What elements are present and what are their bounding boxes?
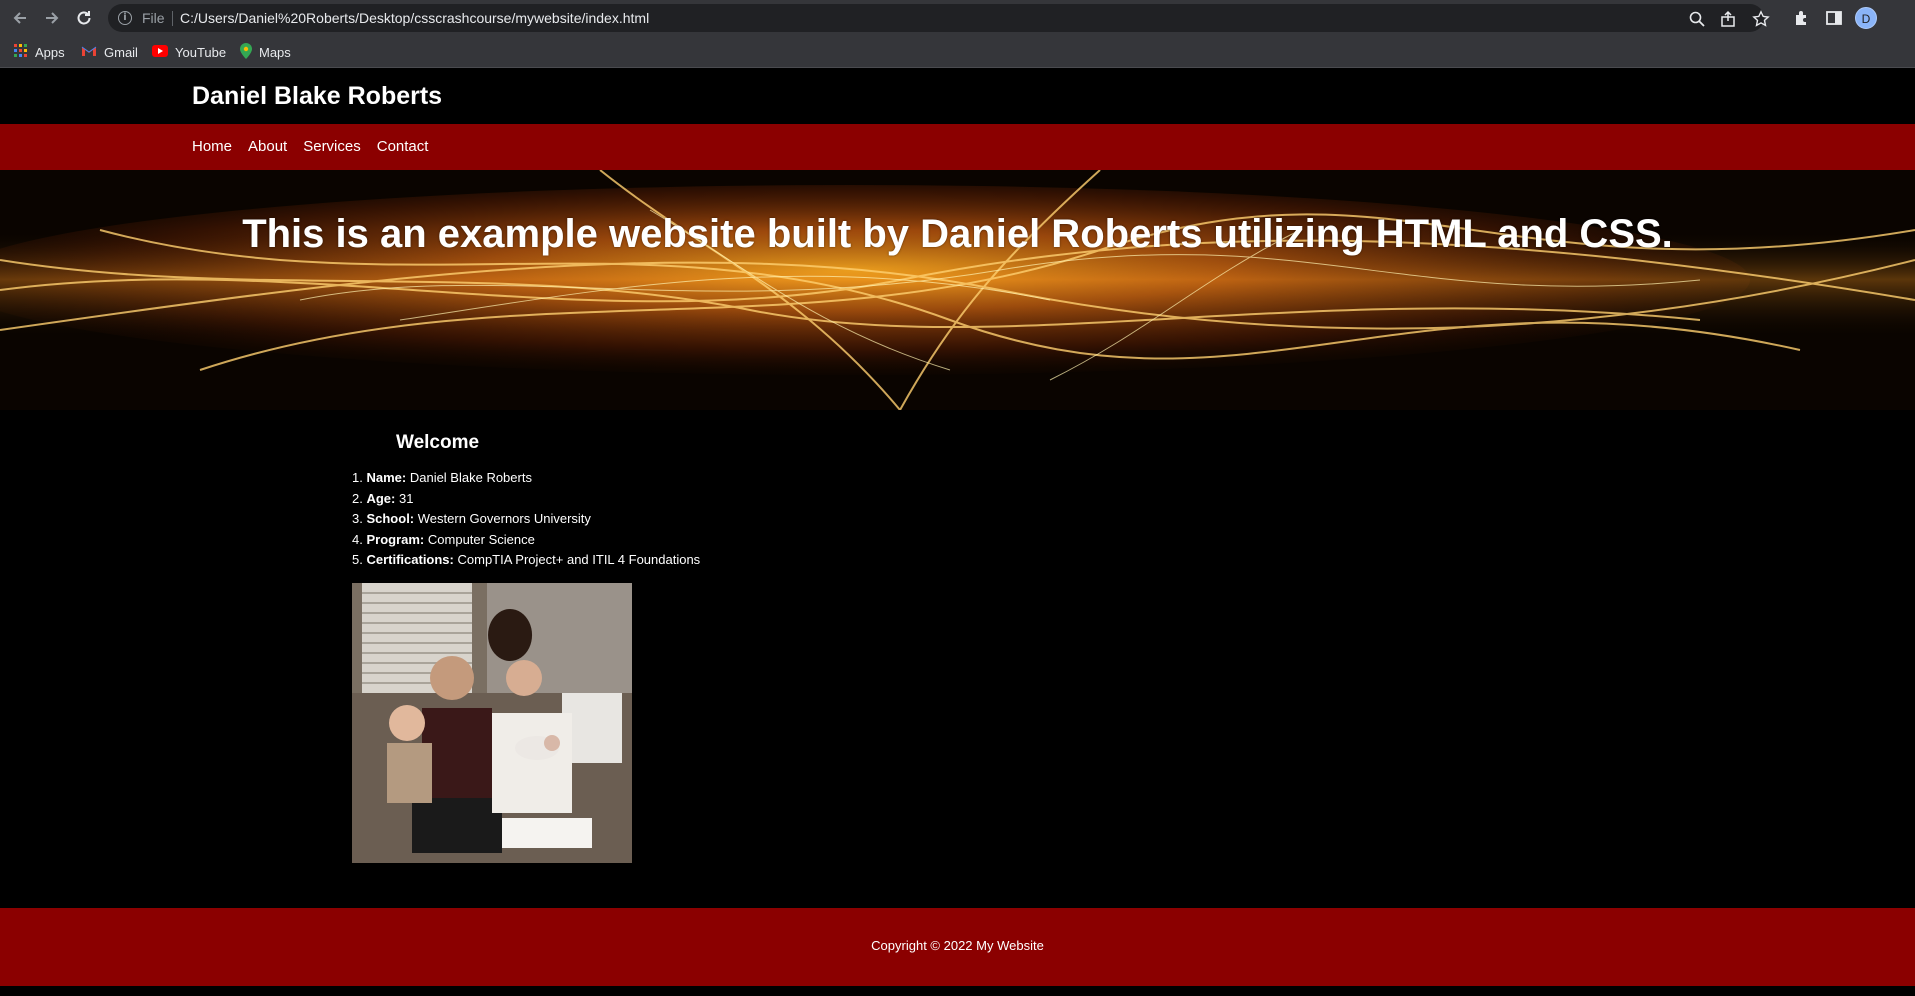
bookmark-label: Maps bbox=[259, 44, 291, 60]
profile-avatar[interactable]: D bbox=[1855, 7, 1877, 29]
list-item: 3. School: Western Governors University bbox=[352, 511, 591, 526]
site-header: Daniel Blake Roberts bbox=[0, 68, 1915, 124]
hero-background-image bbox=[0, 170, 1915, 410]
list-item: 4. Program: Computer Science bbox=[352, 531, 535, 547]
bookmark-youtube[interactable]: YouTube bbox=[152, 42, 226, 62]
bookmark-gmail[interactable]: Gmail bbox=[81, 42, 138, 62]
welcome-heading: Welcome bbox=[396, 432, 480, 453]
address-bar[interactable]: i File C:/Users/Daniel%20Roberts/Desktop… bbox=[108, 4, 1770, 32]
reload-icon[interactable] bbox=[74, 8, 94, 28]
side-panel-icon[interactable] bbox=[1824, 8, 1844, 28]
bookmarks-bar: Apps Gmail YouTube Maps bbox=[0, 36, 1915, 68]
bookmark-maps[interactable]: Maps bbox=[240, 42, 291, 62]
bookmark-apps[interactable]: Apps bbox=[14, 42, 65, 62]
bookmark-label: Gmail bbox=[104, 44, 138, 60]
site-title: Daniel Blake Roberts bbox=[192, 82, 443, 110]
list-item: 2. Age: 31 bbox=[352, 490, 414, 506]
bookmark-star-icon[interactable] bbox=[1752, 10, 1770, 28]
maps-icon bbox=[240, 42, 252, 62]
address-separator bbox=[172, 11, 173, 26]
nav-link-home[interactable]: Home bbox=[192, 138, 232, 155]
site-info-icon[interactable]: i bbox=[118, 11, 132, 25]
back-arrow-icon[interactable] bbox=[10, 8, 30, 28]
details-list: 1. Name: Daniel Blake Roberts 2. Age: 31… bbox=[352, 468, 700, 571]
url-scheme-label: File bbox=[142, 10, 165, 26]
nav-link-about[interactable]: About bbox=[248, 138, 287, 155]
site-nav: Home About Services Contact bbox=[0, 124, 1915, 170]
gmail-icon bbox=[81, 45, 97, 60]
hero-heading: This is an example website built by Dani… bbox=[242, 212, 1673, 256]
apps-grid-icon bbox=[14, 43, 28, 61]
bookmark-label: Apps bbox=[35, 44, 65, 60]
list-item: 1. Name: Daniel Blake Roberts bbox=[352, 470, 532, 485]
copyright-text: Copyright © 2022 My Website bbox=[871, 938, 1044, 953]
site-footer: Copyright © 2022 My Website bbox=[0, 908, 1915, 986]
forward-arrow-icon[interactable] bbox=[42, 8, 62, 28]
web-page: Daniel Blake Roberts Home About Services… bbox=[0, 68, 1915, 996]
extensions-puzzle-icon[interactable] bbox=[1792, 8, 1812, 28]
zoom-icon[interactable] bbox=[1688, 10, 1706, 28]
share-icon[interactable] bbox=[1720, 10, 1738, 28]
family-photo bbox=[352, 583, 632, 863]
url-text[interactable]: C:/Users/Daniel%20Roberts/Desktop/csscra… bbox=[180, 10, 649, 26]
nav-link-services[interactable]: Services bbox=[303, 138, 361, 155]
bookmark-label: YouTube bbox=[175, 44, 227, 60]
list-item: 5. Certifications: CompTIA Project+ and … bbox=[352, 552, 701, 567]
browser-toolbar: i File C:/Users/Daniel%20Roberts/Desktop… bbox=[0, 0, 1915, 36]
youtube-icon bbox=[152, 44, 168, 60]
nav-link-contact[interactable]: Contact bbox=[377, 138, 429, 155]
hero-banner: This is an example website built by Dani… bbox=[0, 170, 1915, 410]
